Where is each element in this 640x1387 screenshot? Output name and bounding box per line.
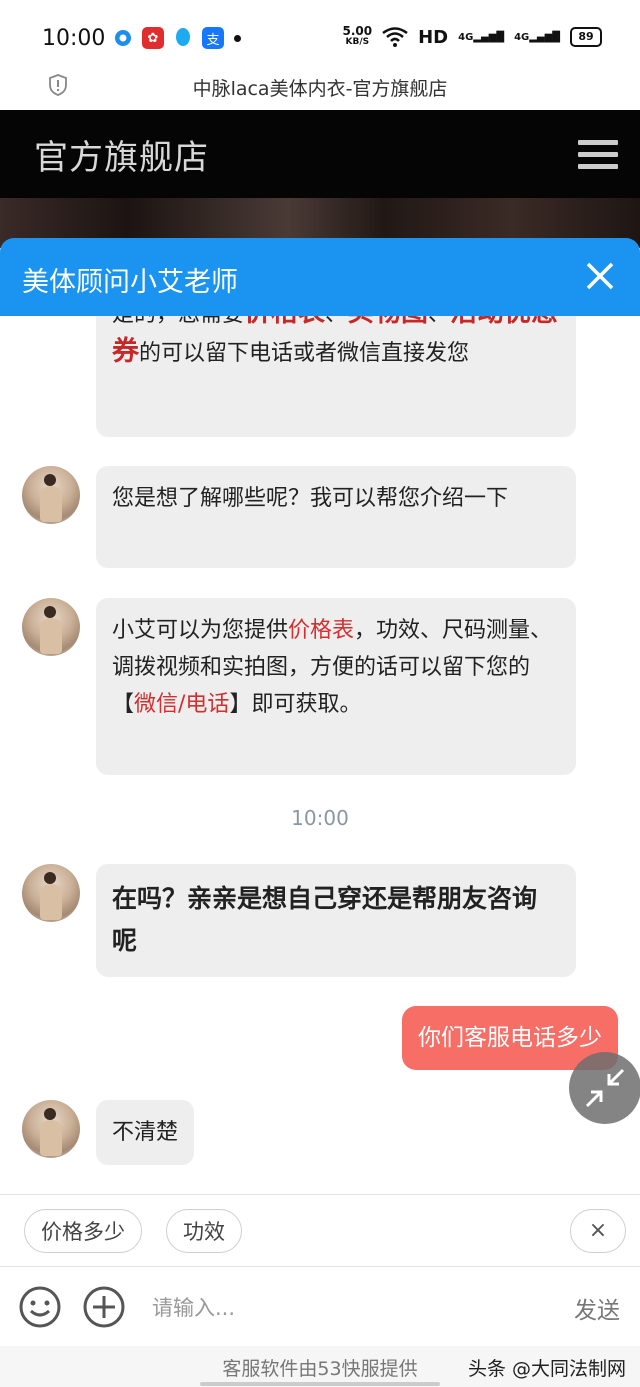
page-title: 中脉laca美体内衣-官方旗舰店 [192, 78, 448, 100]
chat-header: 美体顾问小艾老师 [0, 238, 640, 316]
message-segment: 小艾可以为您提供 [112, 618, 289, 643]
highlight-text: 微信/电话 [134, 692, 230, 717]
home-indicator [200, 1382, 440, 1386]
input-bar: 发送 [0, 1266, 640, 1347]
plus-icon[interactable] [82, 1285, 126, 1329]
close-quick-replies-button[interactable]: × [570, 1209, 626, 1253]
signal-icon: 4G▂▄▆█ [514, 31, 560, 43]
store-title: 官方旗舰店 [34, 138, 209, 178]
message-text: 您是想了解哪些呢？我可以帮您介绍一下 [112, 486, 509, 511]
collapse-arrows-icon [585, 1068, 625, 1108]
avatar [22, 466, 80, 524]
qq-penguin-icon [172, 27, 194, 49]
message-text: 是的，您需要价格表、实物图、活动优惠券的可以留下电话或者微信直接发您 [112, 316, 560, 372]
chat-messages[interactable]: 是的，您需要价格表、实物图、活动优惠券的可以留下电话或者微信直接发您 您是想了解… [0, 316, 640, 1194]
quick-reply-price[interactable]: 价格多少 [24, 1209, 142, 1253]
message-segment: 的可以留下电话或者微信直接发您 [139, 341, 470, 366]
message-segment: 、 [325, 316, 347, 327]
avatar [22, 598, 80, 656]
menu-icon[interactable] [578, 140, 618, 170]
system-indicators: 5.00 KB/S HD 4G▂▄▆█ 4G▂▄▆█ 89 [342, 24, 602, 48]
network-speed-value: 5.00 [342, 24, 373, 38]
agent-message: 不清楚 [96, 1100, 195, 1165]
highlight-text: 实物图 [347, 316, 428, 328]
signal-icon: 4G▂▄▆█ [458, 31, 505, 43]
message-segment: 、 [428, 316, 450, 327]
battery-icon: 89 [570, 27, 602, 47]
close-icon: × [588, 1218, 608, 1243]
hd-label: HD [418, 26, 449, 48]
message-segment: 】即可获取。 [229, 692, 362, 717]
status-bar: 10:00 ✿ 支 5.00 KB/S HD 4G▂▄▆█ 4G▂▄▆█ 89 [0, 0, 640, 74]
minimize-button[interactable] [569, 1052, 640, 1124]
emoji-icon[interactable] [18, 1285, 62, 1329]
circle-app-icon [112, 27, 134, 49]
message-segment: 是的，您需要 [112, 316, 244, 327]
chat-title: 美体顾问小艾老师 [22, 267, 238, 298]
highlight-text: 价格表 [288, 618, 355, 643]
close-icon[interactable] [584, 260, 616, 292]
avatar [22, 1100, 80, 1158]
send-button[interactable]: 发送 [574, 1291, 620, 1325]
highlight-text: 价格表 [244, 316, 325, 328]
notification-icons: ✿ 支 [112, 27, 241, 49]
signal-2-label: 4G [514, 31, 530, 43]
highlight-text: 活 [450, 316, 477, 328]
agent-message: 在吗？亲亲是想自己穿还是帮朋友咨询呢 [96, 864, 576, 977]
network-speed-unit: KB/S [345, 37, 370, 47]
message-text: 你们客服电话多少 [418, 1025, 602, 1051]
status-time: 10:00 [42, 26, 106, 51]
wifi-icon [382, 27, 408, 47]
store-header: 官方旗舰店 [0, 110, 640, 198]
signal-1-label: 4G [458, 31, 474, 43]
footer: 客服软件由53快服提供 头条 @大同法制网 [0, 1346, 640, 1387]
quick-reply-efficacy[interactable]: 功效 [166, 1209, 242, 1253]
network-speed: 5.00 KB/S [342, 24, 373, 48]
quick-replies: 价格多少 功效 × [0, 1194, 640, 1267]
message-input[interactable] [150, 1287, 534, 1329]
avatar [22, 864, 80, 922]
more-notifications-dot [234, 34, 241, 42]
message-text: 不清楚 [112, 1120, 179, 1145]
agent-message: 您是想了解哪些呢？我可以帮您介绍一下 [96, 466, 576, 568]
shopping-app-icon: ✿ [142, 27, 164, 49]
alipay-icon: 支 [202, 27, 224, 49]
message-text: 在吗？亲亲是想自己穿还是帮朋友咨询呢 [112, 884, 538, 955]
watermark: 头条 @大同法制网 [467, 1358, 626, 1380]
agent-message: 是的，您需要价格表、实物图、活动优惠券的可以留下电话或者微信直接发您 [96, 316, 576, 437]
agent-message: 小艾可以为您提供价格表，功效、尺码测量、调拨视频和实拍图，方便的话可以留下您的【… [96, 598, 576, 775]
url-bar: 中脉laca美体内衣-官方旗舰店 [0, 74, 640, 110]
message-timestamp: 10:00 [291, 806, 349, 830]
